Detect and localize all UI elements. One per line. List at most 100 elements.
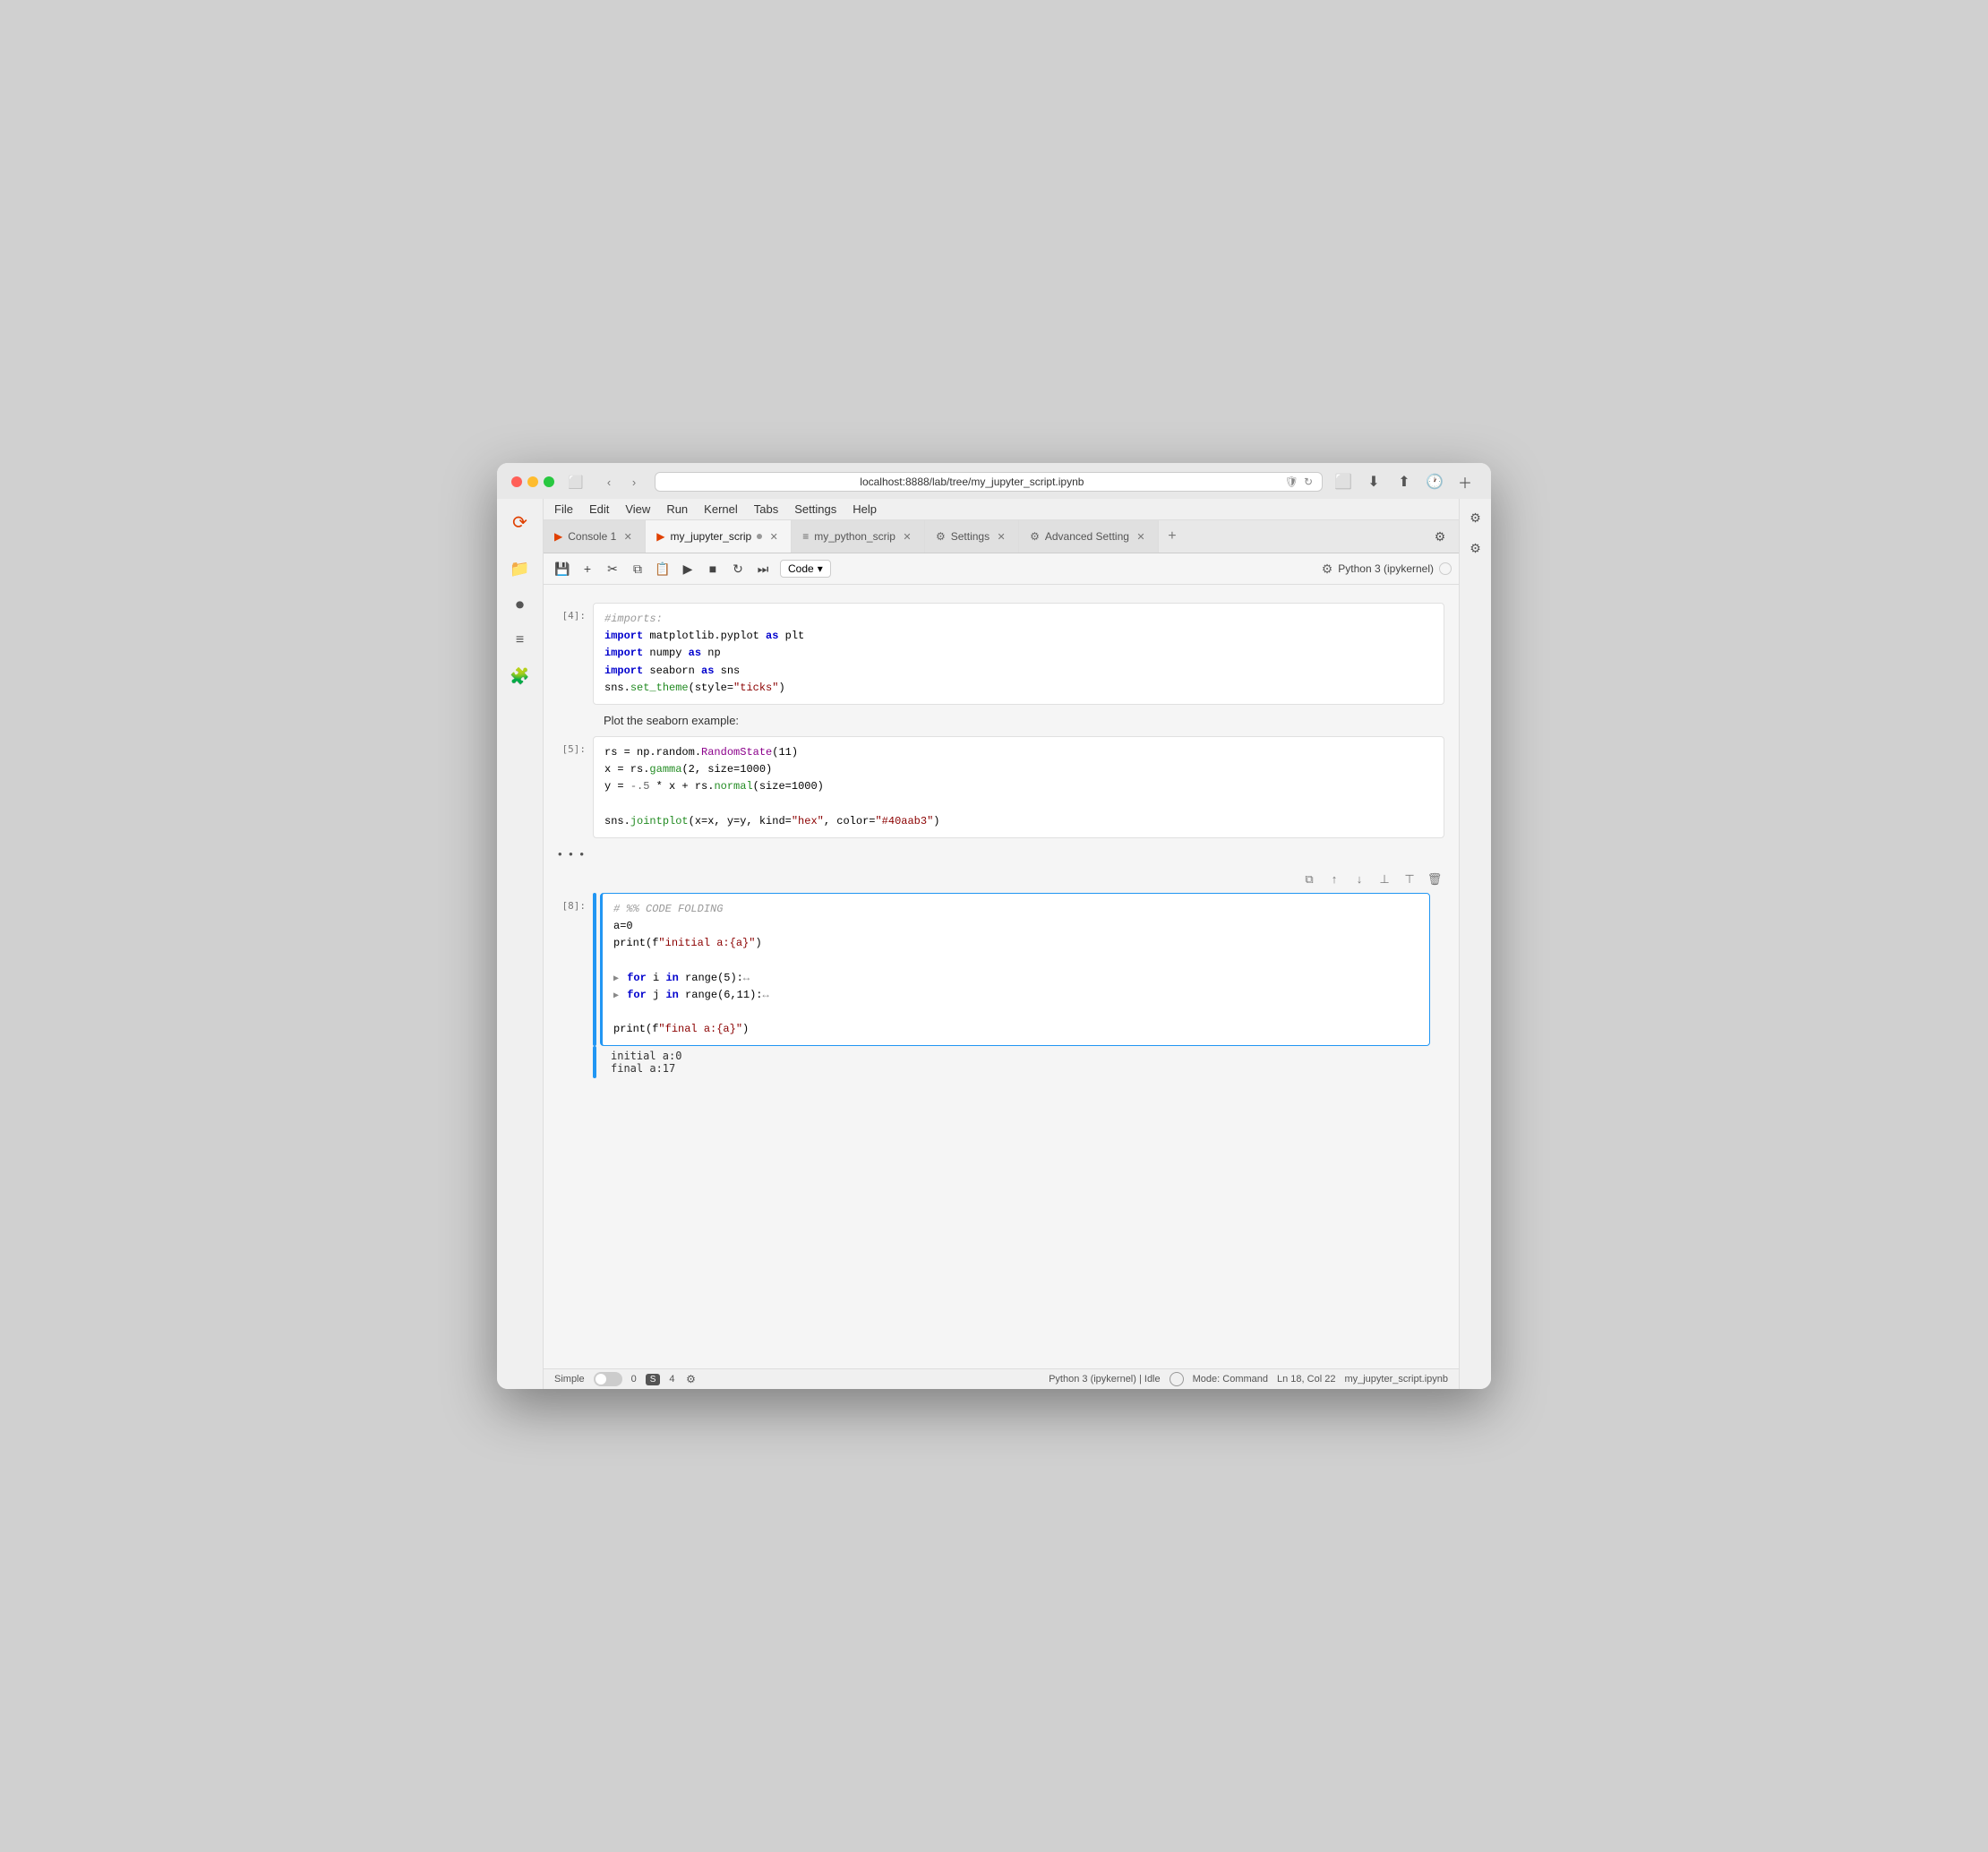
- tab-python-close[interactable]: ✕: [901, 530, 913, 543]
- reload-icon[interactable]: ↻: [1304, 476, 1313, 488]
- download-icon[interactable]: ⬇: [1362, 472, 1385, 492]
- browser-window: ⬜ ‹ › localhost:8888/lab/tree/my_jupyter…: [497, 463, 1491, 1389]
- status-count: 4: [669, 1374, 674, 1385]
- move-up-button[interactable]: ↑: [1324, 870, 1344, 889]
- notebook-toolbar: 💾 + ✂ ⧉ 📋 ▶ ■ ↻ ⏭ Code ▾ ⚙ Python 3 (ipy…: [544, 553, 1459, 585]
- upload-icon[interactable]: ⬆: [1392, 472, 1416, 492]
- tab-console[interactable]: ▶ Console 1 ✕: [544, 520, 646, 553]
- settings-icon: ⚙: [936, 530, 946, 543]
- menu-help[interactable]: Help: [853, 502, 877, 516]
- code-line: [613, 952, 1418, 969]
- run-button[interactable]: ▶: [676, 557, 699, 580]
- left-sidebar: ⟳ 📁 ⏺ ≡ 🧩: [497, 499, 544, 1389]
- sidebar-item-jupyter-logo: ⟳: [504, 506, 536, 538]
- stop-button[interactable]: ■: [701, 557, 724, 580]
- address-bar[interactable]: localhost:8888/lab/tree/my_jupyter_scrip…: [655, 472, 1323, 492]
- shield-icon: 🛡: [1285, 476, 1298, 488]
- simple-mode-toggle[interactable]: [594, 1372, 622, 1386]
- tab-python-label: my_python_scrip: [814, 530, 895, 543]
- menu-view[interactable]: View: [625, 502, 650, 516]
- merge-cell-button[interactable]: ⊤: [1400, 870, 1419, 889]
- history-icon[interactable]: 🕐: [1423, 472, 1446, 492]
- move-down-button[interactable]: ↓: [1350, 870, 1369, 889]
- code-line: import seaborn as sns: [604, 663, 1433, 680]
- status-bar: Simple 0 S 4 ⚙ Python 3 (ipykernel) | Id…: [544, 1368, 1459, 1389]
- code-line: #imports:: [604, 611, 1433, 628]
- split-cell-button[interactable]: ⊥: [1375, 870, 1394, 889]
- output-line-2: final a:17: [611, 1062, 1419, 1075]
- filename-status: my_jupyter_script.ipynb: [1344, 1374, 1448, 1385]
- restart-button[interactable]: ↻: [726, 557, 750, 580]
- kernel-name: Python 3 (ipykernel): [1338, 562, 1434, 575]
- copy-button[interactable]: ⧉: [626, 557, 649, 580]
- tab-console-label: Console 1: [568, 530, 616, 543]
- sidebar-item-extensions[interactable]: 🧩: [504, 660, 536, 692]
- cell-3-code[interactable]: rs = np.random.RandomState(11) x = rs.ga…: [593, 736, 1444, 838]
- sidebar-item-files[interactable]: 📁: [504, 553, 536, 585]
- cell-1-code[interactable]: #imports: import matplotlib.pyplot as pl…: [593, 603, 1444, 705]
- tab-jupyter-close[interactable]: ✕: [767, 530, 780, 543]
- save-button[interactable]: 💾: [551, 557, 574, 580]
- cell-4-output-text: initial a:0 final a:17: [600, 1046, 1430, 1078]
- right-sidebar: ⚙ ⚙: [1459, 499, 1491, 1389]
- menu-kernel[interactable]: Kernel: [704, 502, 738, 516]
- add-cell-button[interactable]: +: [576, 557, 599, 580]
- status-settings-icon[interactable]: ⚙: [684, 1372, 698, 1386]
- unsaved-indicator: [757, 534, 762, 539]
- tab-jupyter-script[interactable]: ▶ my_jupyter_scrip ✕: [646, 520, 792, 553]
- tab-console-close[interactable]: ✕: [621, 530, 634, 543]
- tab-python-script[interactable]: ≡ my_python_scrip ✕: [792, 520, 925, 553]
- paste-button[interactable]: 📋: [651, 557, 674, 580]
- settings-gear-icon[interactable]: ⚙: [1428, 525, 1452, 548]
- tabs-right-controls: ⚙: [1428, 525, 1459, 548]
- output-line-1: initial a:0: [611, 1050, 1419, 1062]
- close-button[interactable]: [511, 476, 522, 487]
- back-button[interactable]: ‹: [597, 472, 621, 492]
- menu-tabs[interactable]: Tabs: [754, 502, 778, 516]
- toolbar-right: ⚙ Python 3 (ipykernel): [1322, 562, 1452, 577]
- cell-2-markdown[interactable]: Plot the seaborn example:: [593, 708, 1444, 733]
- active-cell-indicator: [593, 893, 596, 1047]
- forward-button[interactable]: ›: [622, 472, 646, 492]
- kernel-circle-status: [1170, 1372, 1184, 1386]
- traffic-lights: [511, 476, 554, 487]
- menu-run[interactable]: Run: [666, 502, 688, 516]
- cell-type-select[interactable]: Code ▾: [780, 560, 831, 578]
- cell-1-wrapper: [4]: #imports: import matplotlib.pyplot …: [544, 603, 1459, 705]
- cell-3-number: [5]:: [544, 736, 593, 838]
- sidebar-toggle-icon[interactable]: ⬜: [563, 472, 588, 492]
- menu-file[interactable]: File: [554, 502, 573, 516]
- sidebar-item-toc[interactable]: ≡: [504, 624, 536, 656]
- tab-advanced-close[interactable]: ✕: [1135, 530, 1147, 543]
- cell-4-container: ⧉ ↑ ↓ ⊥ ⊤ 🗑 [8]: # %% CODE: [544, 870, 1459, 1079]
- new-tab-button[interactable]: +: [1159, 520, 1186, 553]
- cell-4-code[interactable]: # %% CODE FOLDING a=0 print(f"initial a:…: [600, 893, 1430, 1047]
- run-all-button[interactable]: ⏭: [751, 557, 775, 580]
- output-bar: [593, 1046, 596, 1078]
- right-sidebar-settings-icon[interactable]: ⚙: [1464, 506, 1487, 529]
- code-line: print(f"final a:{a}"): [613, 1021, 1418, 1038]
- tab-settings[interactable]: ⚙ Settings ✕: [925, 520, 1019, 553]
- jupyter-icon: ▶: [656, 530, 664, 543]
- cell-1-number: [4]:: [544, 603, 593, 705]
- tab-settings-close[interactable]: ✕: [995, 530, 1007, 543]
- main-content: File Edit View Run Kernel Tabs Settings …: [544, 499, 1459, 1389]
- address-text: localhost:8888/lab/tree/my_jupyter_scrip…: [664, 476, 1280, 488]
- kernel-settings-icon[interactable]: ⚙: [1322, 562, 1333, 577]
- copy-cell-button[interactable]: ⧉: [1299, 870, 1319, 889]
- new-tab-icon[interactable]: ＋: [1453, 472, 1477, 492]
- minimize-button[interactable]: [527, 476, 538, 487]
- tab-advanced-settings[interactable]: ⚙ Advanced Setting ✕: [1019, 520, 1159, 553]
- right-sidebar-gear2-icon[interactable]: ⚙: [1464, 536, 1487, 560]
- sidebar-item-running[interactable]: ⏺: [504, 588, 536, 621]
- share-icon[interactable]: ⬜: [1332, 472, 1355, 492]
- cell-ellipsis: • • •: [544, 842, 1459, 866]
- tab-advanced-label: Advanced Setting: [1045, 530, 1129, 543]
- delete-cell-button[interactable]: 🗑: [1425, 870, 1444, 889]
- maximize-button[interactable]: [544, 476, 554, 487]
- code-line: [604, 796, 1433, 813]
- menu-settings[interactable]: Settings: [794, 502, 836, 516]
- menu-edit[interactable]: Edit: [589, 502, 609, 516]
- cut-button[interactable]: ✂: [601, 557, 624, 580]
- cell-3-container: [5]: rs = np.random.RandomState(11) x = …: [544, 736, 1459, 838]
